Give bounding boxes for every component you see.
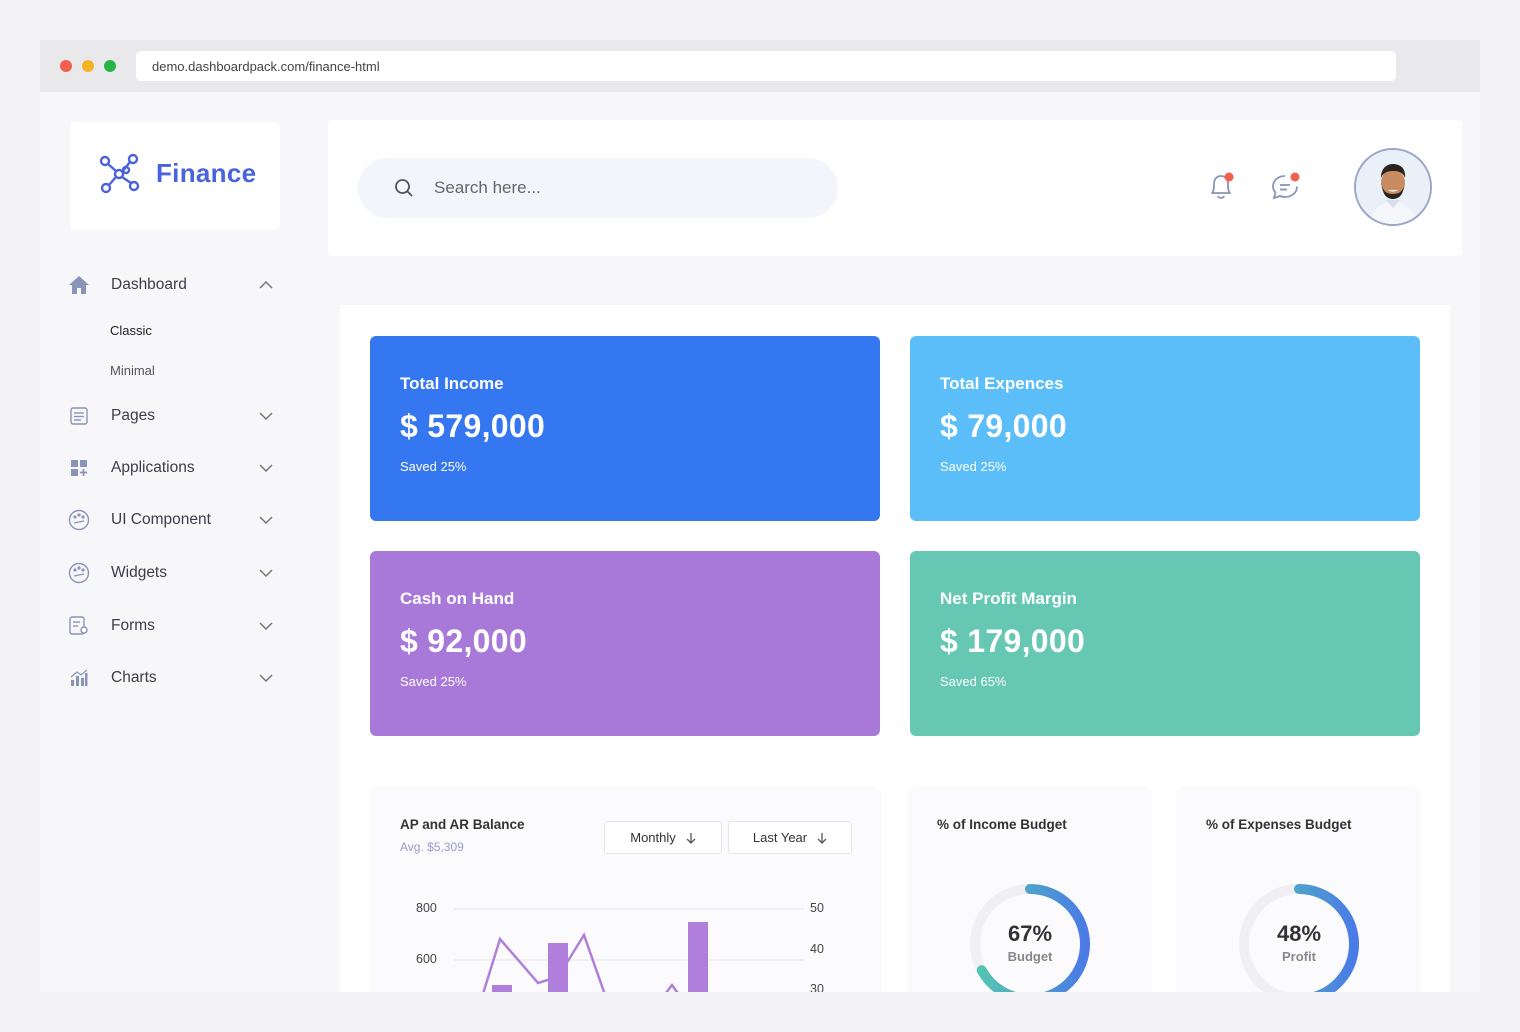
balance-chart [454,908,804,992]
bar [492,985,512,992]
close-window-button[interactable] [60,60,72,72]
sidebar-item-ui-component[interactable]: UI Component [68,505,274,535]
chevron-down-icon[interactable] [258,670,274,686]
donut-percent: 48% [1276,921,1322,946]
cash-on-hand-card[interactable]: Cash on Hand $ 92,000 Saved 25% [370,551,880,736]
stat-value: $ 79,000 [940,408,1067,444]
sidebar-item-charts[interactable]: Charts [68,663,274,693]
brand-name: Finance [156,158,257,188]
chevron-down-icon[interactable] [258,460,274,476]
stat-title: Total Expences [940,374,1064,393]
minimize-window-button[interactable] [82,60,94,72]
donut-label: 67% Budget [970,921,1090,964]
total-income-card[interactable]: Total Income $ 579,000 Saved 25% [370,336,880,521]
stat-title: Net Profit Margin [940,589,1077,608]
donut-caption: Profit [1282,949,1316,964]
expenses-budget-panel: % of Expenses Budget 48% Profit [1176,787,1421,992]
person-avatar-icon [1356,150,1430,224]
sidebar-item-forms[interactable]: Forms [68,611,274,641]
sidebar-item-dashboard[interactable]: Dashboard [68,270,274,300]
top-header [328,120,1462,256]
income-budget-panel: % of Income Budget 67% Budget [907,787,1152,992]
panel-title: % of Income Budget [937,817,1067,832]
net-profit-margin-card[interactable]: Net Profit Margin $ 179,000 Saved 65% [910,551,1420,736]
donut-caption: Budget [1007,949,1053,964]
sidebar-item-label: Widgets [111,564,167,581]
browser-toolbar: demo.dashboardpack.com/finance-html [40,40,1480,92]
chevron-down-icon[interactable] [258,618,274,634]
stat-subtext: Saved 65% [940,674,1007,689]
network-logo-icon [99,153,140,194]
address-bar[interactable]: demo.dashboardpack.com/finance-html [136,51,1396,81]
applications-icon [68,457,90,479]
total-expenses-card[interactable]: Total Expences $ 79,000 Saved 25% [910,336,1420,521]
sidebar-item-pages[interactable]: Pages [68,401,274,431]
stat-title: Total Income [400,374,504,393]
pages-icon [68,405,90,427]
sidebar-item-label: Pages [111,407,155,424]
ap-ar-balance-panel: AP and AR Balance Avg. $5,309 Monthly La… [370,787,882,992]
sidebar-item-label: Forms [111,617,155,634]
maximize-window-button[interactable] [104,60,116,72]
donut-label: 48% Profit [1239,921,1359,964]
stat-subtext: Saved 25% [400,459,467,474]
dashboard-page: Finance Dashboard Classic Minimal Pages [40,92,1480,992]
bell-icon[interactable] [1204,170,1238,204]
palette-icon [68,562,90,584]
logo-card[interactable]: Finance [70,122,280,230]
stat-value: $ 179,000 [940,623,1086,659]
sidebar-item-widgets[interactable]: Widgets [68,558,274,588]
stat-value: $ 579,000 [400,408,546,444]
sidebar-item-label: Applications [111,459,195,476]
home-icon [68,274,90,296]
main-content: Total Income $ 579,000 Saved 25% Total E… [340,305,1450,992]
chevron-down-icon[interactable] [258,512,274,528]
bar [688,922,708,992]
sidebar-item-label: Charts [111,669,157,686]
chevron-down-icon[interactable] [258,565,274,581]
palette-icon [68,509,90,531]
stat-value: $ 92,000 [400,623,527,659]
sidebar-item-label: Dashboard [111,276,187,293]
user-avatar[interactable] [1354,148,1432,226]
browser-window: demo.dashboardpack.com/finance-html Fina… [40,40,1480,992]
chat-icon[interactable] [1268,170,1302,204]
chart-icon [68,667,90,689]
sidebar-item-applications[interactable]: Applications [68,453,274,483]
chevron-up-icon[interactable] [258,277,274,293]
stat-title: Cash on Hand [400,589,515,608]
donut-percent: 67% [1007,921,1053,946]
search-input[interactable] [434,178,774,198]
sidebar-subitem-minimal[interactable]: Minimal [110,363,155,378]
search-icon[interactable] [394,178,414,198]
series-line [482,932,679,992]
search-bar[interactable] [358,158,838,218]
forms-icon [68,615,90,637]
chevron-down-icon[interactable] [258,408,274,424]
stat-subtext: Saved 25% [940,459,1007,474]
panel-title: % of Expenses Budget [1206,817,1352,832]
stat-subtext: Saved 25% [400,674,467,689]
sidebar-item-label: UI Component [111,511,211,528]
sidebar-subitem-classic[interactable]: Classic [110,323,152,338]
